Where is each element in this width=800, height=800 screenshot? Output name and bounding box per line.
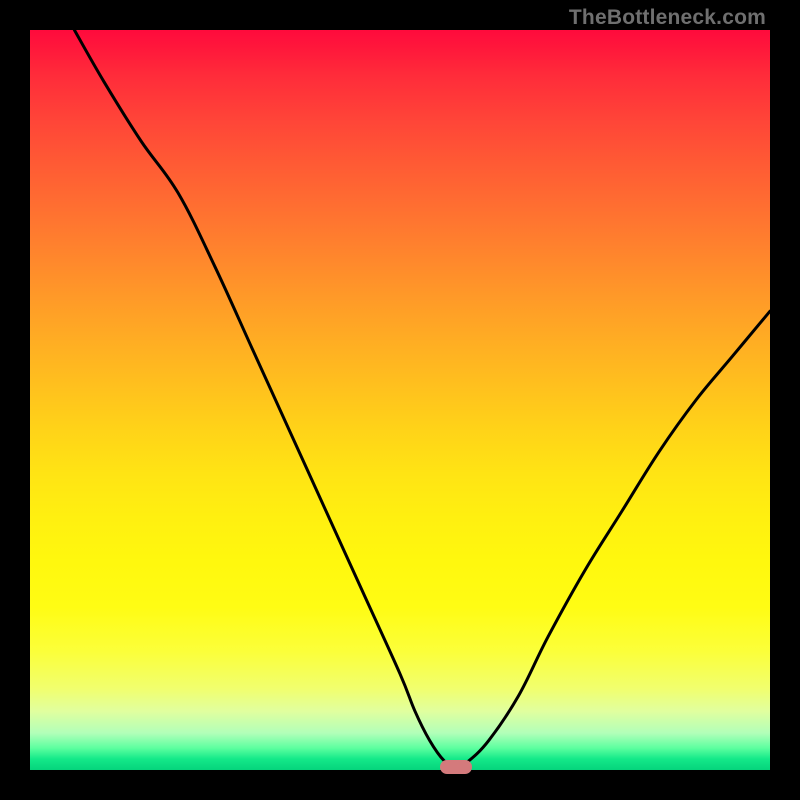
brand-watermark: TheBottleneck.com (569, 6, 766, 30)
chart-frame: TheBottleneck.com (0, 0, 800, 800)
plot-area (30, 30, 770, 770)
bottleneck-curve (74, 30, 770, 767)
optimal-marker (440, 760, 472, 774)
curve-layer (30, 30, 770, 770)
